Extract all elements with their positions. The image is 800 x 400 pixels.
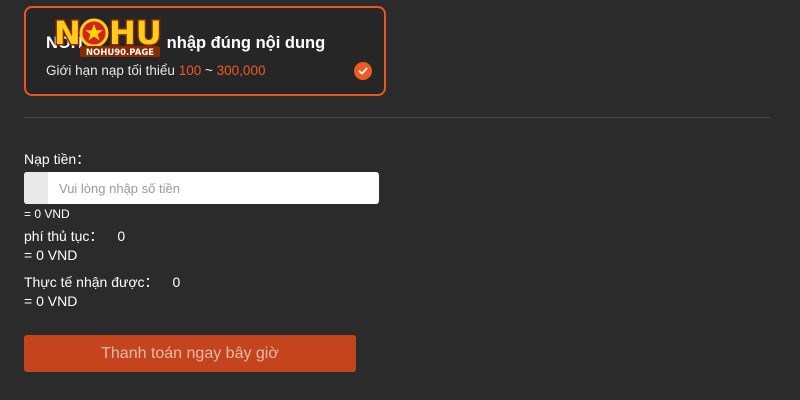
check-circle-icon xyxy=(354,62,372,80)
section-divider xyxy=(24,117,770,118)
amount-field[interactable] xyxy=(24,172,379,204)
deposit-limit-max: 300,000 xyxy=(216,63,266,78)
amount-converted: = 0 VND xyxy=(24,207,70,221)
fee-label: phí thủ tục： xyxy=(24,228,104,244)
fee-row: phí thủ tục： 0 xyxy=(24,226,125,246)
deposit-limit-separator: ~ xyxy=(205,63,213,78)
deposit-limit-min: 100 xyxy=(178,63,202,78)
deposit-limit-text: Giới hạn nạp tối thiểu 100 ~ 300,000 xyxy=(46,63,265,78)
amount-prefix xyxy=(24,172,48,204)
deposit-label: Nạp tiền： xyxy=(24,151,91,167)
logo-letter-n: N xyxy=(54,14,81,52)
amount-input[interactable] xyxy=(48,172,379,204)
receive-converted: = 0 VND xyxy=(24,293,78,309)
fee-value: 0 xyxy=(117,228,126,244)
deposit-limit-label: Giới hạn nạp tối thiểu xyxy=(46,63,175,78)
receive-row: Thực tế nhận được： 0 xyxy=(24,272,180,292)
fee-converted: = 0 VND xyxy=(24,247,78,263)
pay-now-button[interactable]: Thanh toán ngay bây giờ xyxy=(24,335,356,372)
receive-value: 0 xyxy=(172,274,181,290)
receive-label: Thực tế nhận được： xyxy=(24,274,159,290)
logo-subtext: NOHU90.PAGE xyxy=(86,48,154,58)
payment-option-title-suffix: nhập đúng nội dung xyxy=(166,34,326,52)
nohu-logo: N N HU HU NOHU90.PAGE xyxy=(53,13,164,59)
